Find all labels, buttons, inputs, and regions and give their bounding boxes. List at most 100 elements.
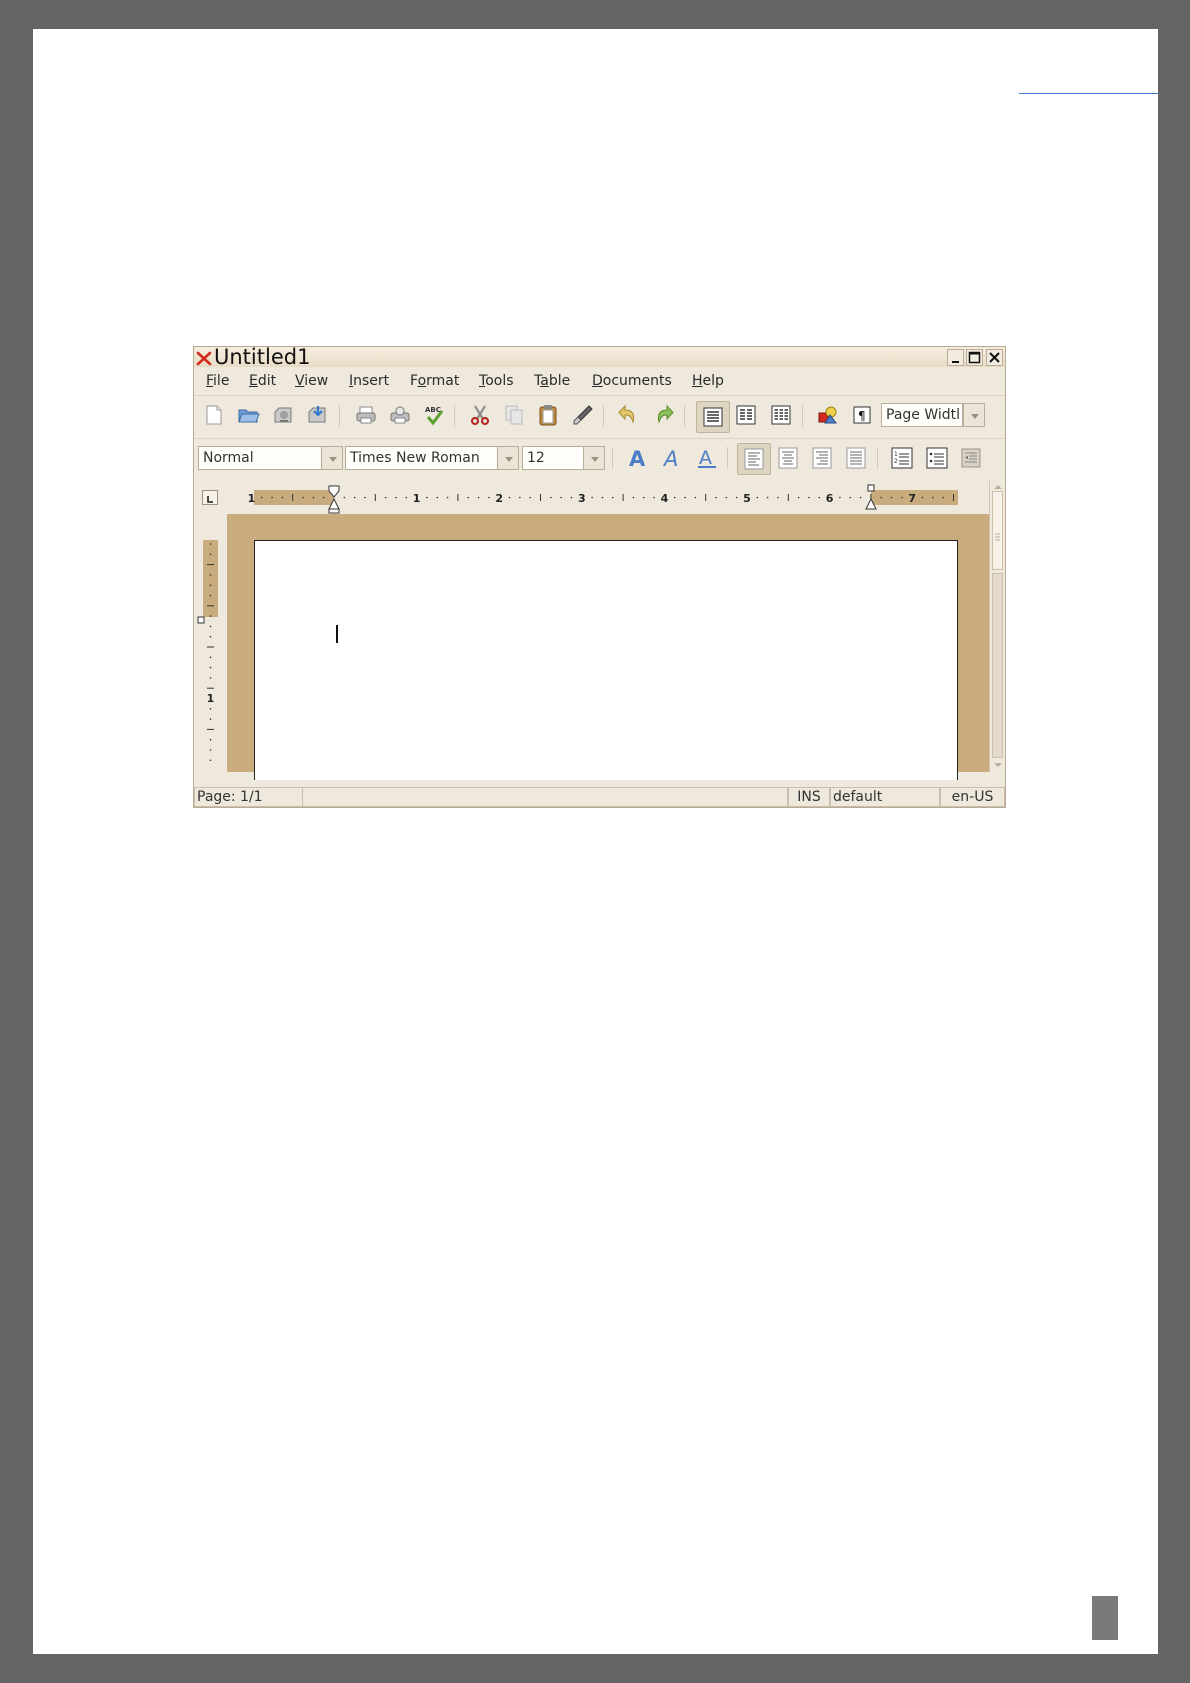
zoom-dropdown-arrow[interactable] bbox=[963, 403, 985, 427]
ruler-label: 1 bbox=[413, 492, 421, 505]
vertical-ruler[interactable]: 1 bbox=[194, 514, 226, 772]
ruler-tick bbox=[209, 615, 212, 617]
menu-view[interactable]: View bbox=[295, 373, 328, 389]
ruler-tick bbox=[209, 666, 212, 669]
ruler-tick bbox=[859, 496, 862, 499]
ruler-tick bbox=[942, 496, 944, 499]
ruler-label: 2 bbox=[495, 492, 503, 505]
document-page[interactable] bbox=[254, 540, 958, 780]
font-dropdown-arrow[interactable] bbox=[497, 446, 519, 470]
print-preview-icon bbox=[390, 406, 410, 424]
vertical-scrollbar[interactable] bbox=[989, 481, 1005, 772]
menu-file[interactable]: File bbox=[206, 373, 229, 389]
scrollbar-track[interactable] bbox=[992, 573, 1003, 758]
ruler-tick bbox=[932, 496, 934, 499]
font-size-combo[interactable]: 12 bbox=[522, 446, 584, 470]
new-button[interactable] bbox=[200, 401, 228, 429]
bullet-list-button[interactable] bbox=[923, 444, 951, 472]
menu-format[interactable]: Format bbox=[410, 373, 459, 389]
redo-button[interactable] bbox=[650, 401, 678, 429]
svg-text:A: A bbox=[662, 447, 678, 470]
underline-button[interactable]: A bbox=[693, 444, 721, 472]
ruler-tick bbox=[281, 496, 284, 499]
svg-text:A: A bbox=[629, 447, 646, 470]
close-icon bbox=[989, 352, 1000, 363]
menu-documents[interactable]: Documents bbox=[592, 373, 672, 389]
brush-icon bbox=[573, 405, 593, 425]
top-margin-marker[interactable] bbox=[197, 616, 205, 624]
abiword-window: Untitled1 File Edit View Insert Format T… bbox=[193, 346, 1006, 808]
toolbar-separator bbox=[612, 447, 613, 469]
status-insert-mode[interactable]: INS bbox=[788, 787, 830, 807]
indent-icon bbox=[961, 448, 981, 468]
horizontal-ruler[interactable]: 1 1 2 3 4 5 6 7 bbox=[194, 481, 989, 514]
menu-bar: File Edit View Insert Format Tools Table… bbox=[194, 369, 1005, 393]
font-combo[interactable]: Times New Roman bbox=[345, 446, 498, 470]
ruler-tick bbox=[550, 496, 552, 499]
ruler-tick bbox=[209, 625, 212, 628]
ruler-tick bbox=[209, 677, 212, 679]
font-size-dropdown-arrow[interactable] bbox=[583, 446, 605, 470]
open-button[interactable] bbox=[235, 401, 263, 429]
numbered-list-button[interactable]: 12 bbox=[888, 444, 916, 472]
print-preview-button[interactable] bbox=[386, 401, 414, 429]
pilcrow-icon: ¶ bbox=[853, 406, 871, 424]
copy-button[interactable] bbox=[500, 401, 528, 429]
ruler-tick bbox=[209, 584, 212, 586]
minimize-button[interactable] bbox=[947, 349, 964, 366]
abiword-x-icon bbox=[196, 351, 212, 366]
bold-icon: A bbox=[629, 447, 646, 470]
one-column-button[interactable] bbox=[696, 401, 730, 433]
align-right-button[interactable] bbox=[808, 444, 836, 472]
align-left-button[interactable] bbox=[737, 443, 771, 475]
menu-help[interactable]: Help bbox=[692, 373, 724, 389]
scrollbar-thumb[interactable] bbox=[992, 491, 1003, 570]
right-tab-marker[interactable] bbox=[867, 484, 875, 492]
ruler-label: 7 bbox=[908, 492, 916, 505]
align-center-button[interactable] bbox=[774, 444, 802, 472]
ruler-tick bbox=[725, 496, 728, 499]
maximize-button[interactable] bbox=[966, 349, 983, 366]
align-justify-button[interactable] bbox=[842, 444, 870, 472]
toolbar-separator bbox=[727, 447, 728, 469]
page-marker bbox=[1092, 1596, 1118, 1640]
print-button[interactable] bbox=[352, 401, 380, 429]
style-combo[interactable]: Normal bbox=[198, 446, 322, 470]
menu-tools[interactable]: Tools bbox=[479, 373, 514, 389]
zoom-combo[interactable]: Page Widtl bbox=[881, 403, 963, 427]
svg-text:2: 2 bbox=[894, 458, 898, 465]
bold-button[interactable]: A bbox=[624, 444, 652, 472]
menu-edit[interactable]: Edit bbox=[249, 373, 276, 389]
format-painter-button[interactable] bbox=[569, 401, 597, 429]
scroll-down-icon bbox=[994, 763, 1002, 767]
cut-button[interactable] bbox=[466, 401, 494, 429]
toolbar-separator bbox=[339, 405, 340, 427]
italic-icon: A bbox=[662, 447, 678, 470]
show-formatting-button[interactable]: ¶ bbox=[848, 401, 876, 429]
undo-button[interactable] bbox=[614, 401, 642, 429]
ruler-tick bbox=[839, 496, 841, 499]
status-language: en-US bbox=[940, 787, 1005, 807]
save-as-button[interactable] bbox=[304, 401, 332, 429]
paste-icon bbox=[539, 405, 557, 426]
menu-table[interactable]: Table bbox=[534, 373, 570, 389]
italic-button[interactable]: A bbox=[659, 444, 687, 472]
paste-button[interactable] bbox=[534, 401, 562, 429]
toolbar-separator bbox=[603, 405, 604, 427]
maximize-icon bbox=[968, 351, 981, 364]
ruler-tick bbox=[426, 496, 428, 499]
close-button[interactable] bbox=[986, 349, 1003, 366]
save-button[interactable] bbox=[270, 401, 298, 429]
ruler-tick bbox=[642, 496, 645, 499]
ruler-label: 5 bbox=[743, 492, 751, 505]
ruler-label: 4 bbox=[661, 492, 669, 505]
two-columns-button[interactable] bbox=[732, 401, 760, 429]
three-columns-button[interactable] bbox=[767, 401, 795, 429]
insert-image-button[interactable] bbox=[814, 401, 842, 429]
image-shapes-icon bbox=[818, 406, 837, 424]
menu-insert[interactable]: Insert bbox=[349, 373, 389, 389]
decrease-indent-button[interactable] bbox=[957, 444, 985, 472]
style-dropdown-arrow[interactable] bbox=[321, 446, 343, 470]
spellcheck-button[interactable]: ABC bbox=[420, 401, 448, 429]
three-columns-icon bbox=[771, 405, 791, 425]
